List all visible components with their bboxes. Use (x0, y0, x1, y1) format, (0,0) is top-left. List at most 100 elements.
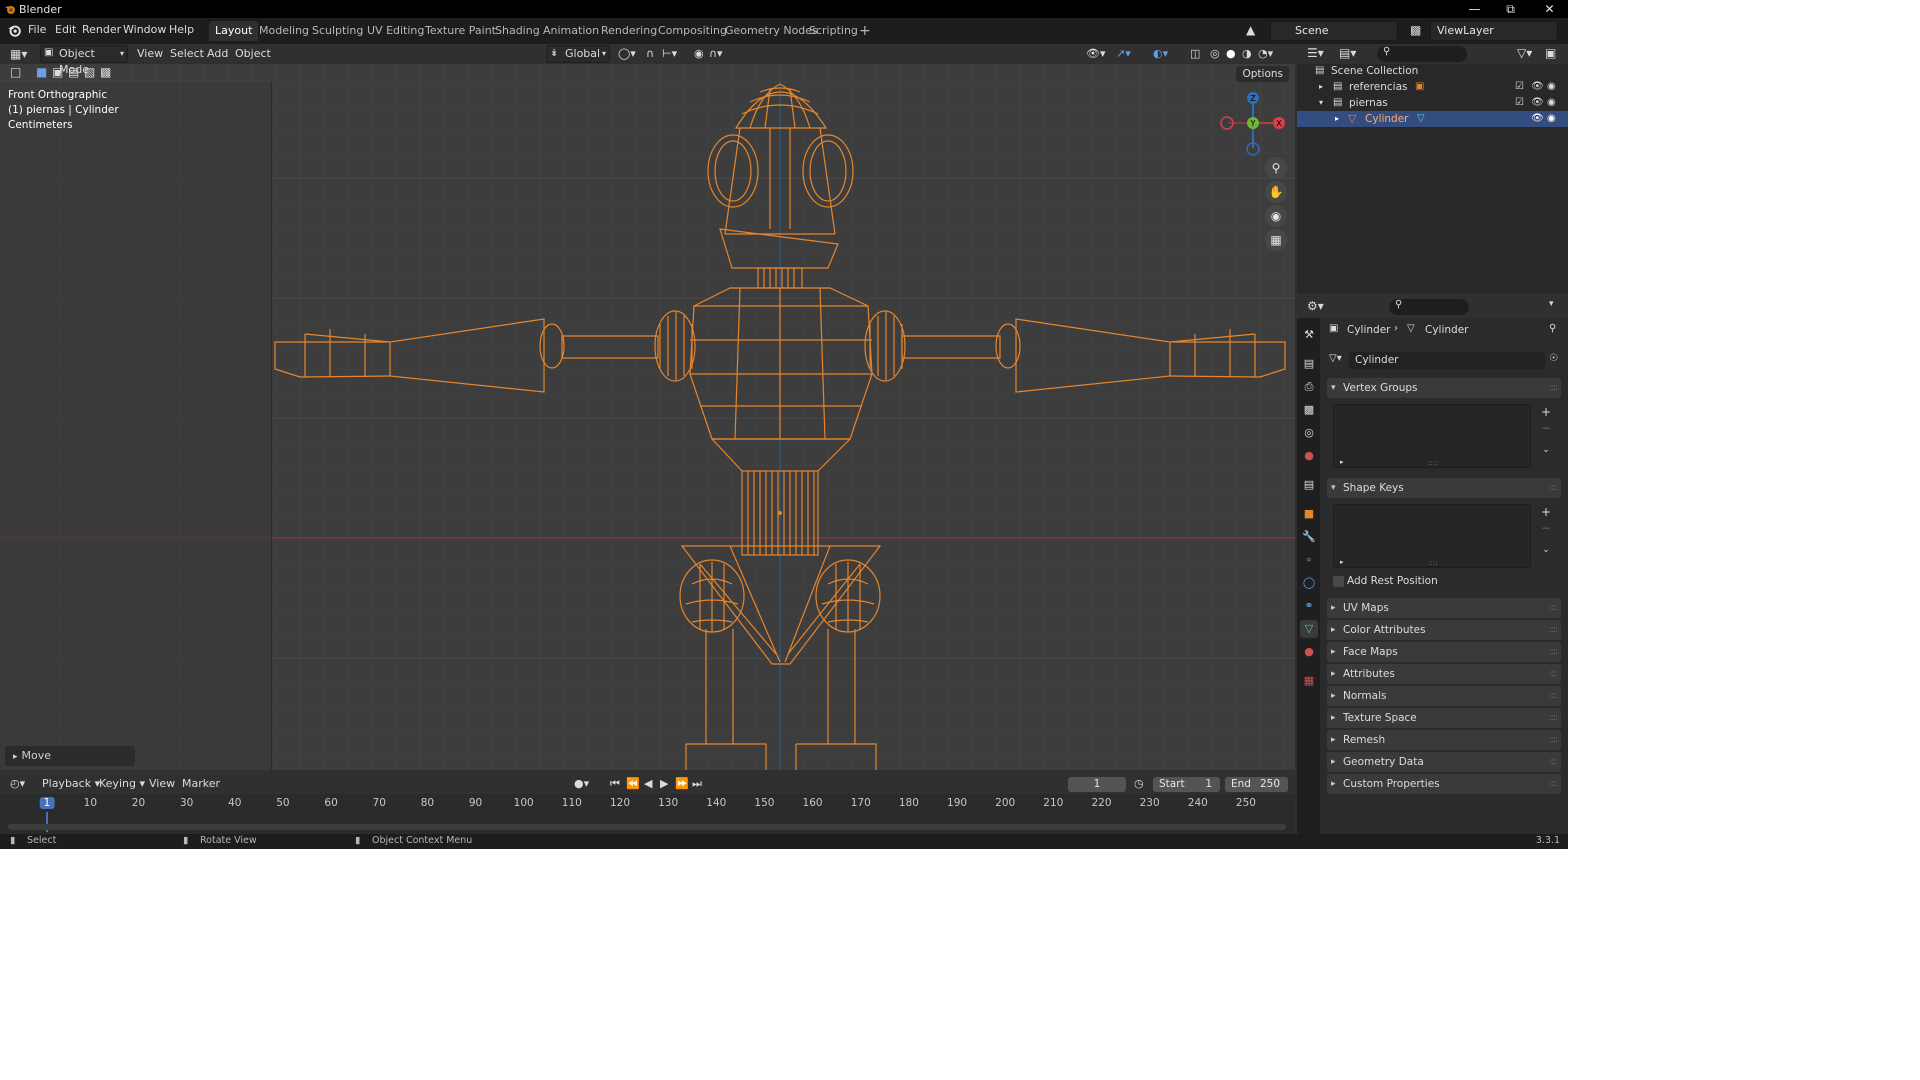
vertex-group-specials-icon[interactable]: ⌄ (1537, 442, 1555, 458)
scene-field[interactable]: Scene (1270, 21, 1398, 41)
mesh-browse-icon[interactable]: ▽▾ (1329, 353, 1342, 364)
falloff-icon[interactable]: ∩▾ (709, 45, 723, 63)
current-frame-tick[interactable]: 1 (39, 797, 55, 809)
select-tool-icon[interactable]: □ (10, 65, 21, 79)
menu-object[interactable]: Object (235, 45, 271, 63)
outliner[interactable]: ☰▾ ▤▾ ⚲ ▽▾ ▣ ▤ Scene Collection ▸ ▤ refe… (1297, 44, 1568, 294)
panel-color-attributes[interactable]: ▸ Color Attributes:::: (1327, 620, 1561, 640)
drag-grip-icon[interactable]: :::: (1549, 598, 1558, 618)
frame-tick[interactable]: 220 (1091, 797, 1111, 809)
object-tab-icon[interactable]: ■ (1300, 505, 1318, 523)
frame-tick[interactable]: 20 (132, 797, 145, 809)
frame-tick[interactable]: 150 (754, 797, 774, 809)
fake-user-shield-icon[interactable]: ☉ (1549, 353, 1558, 364)
close-icon[interactable]: ✕ (1531, 0, 1568, 18)
list-filter-arrow-icon[interactable]: ▸ (1340, 458, 1344, 466)
menu-add[interactable]: Add (207, 45, 228, 63)
select-mode-intersect-icon[interactable]: ▩ (100, 65, 111, 79)
pin-icon[interactable]: ⚲ (1549, 323, 1556, 334)
transform-orientation[interactable]: ↡ Global ▾ (546, 45, 610, 63)
play-reverse-icon[interactable]: ◀ (644, 775, 652, 793)
display-mode-icon[interactable]: ▤▾ (1339, 46, 1356, 60)
panel-geometry-data[interactable]: ▸ Geometry Data:::: (1327, 752, 1561, 772)
wireframe-shading-icon[interactable]: ◎ (1210, 45, 1220, 63)
frame-tick[interactable]: 200 (995, 797, 1015, 809)
chevron-down-icon[interactable]: ▾ (1549, 299, 1554, 309)
clock-icon[interactable]: ◷ (1134, 775, 1144, 793)
drag-grip-icon[interactable]: :::: (1549, 730, 1558, 750)
add-rest-position-checkbox[interactable] (1333, 576, 1344, 587)
ortho-grid-icon[interactable]: ▦ (1265, 229, 1287, 251)
camera-icon[interactable]: ◉ (1547, 79, 1556, 95)
frame-tick[interactable]: 90 (469, 797, 482, 809)
zoom-icon[interactable]: ⚲ (1265, 157, 1287, 179)
select-mode-subtract-icon[interactable]: ▤ (68, 65, 79, 79)
camera-icon[interactable]: ◉ (1547, 111, 1556, 127)
view-layer-icon[interactable]: ▩ (1410, 23, 1421, 37)
scene-selector-icon[interactable]: ▲ (1246, 23, 1255, 37)
timeline-scrollbar[interactable] (8, 824, 1286, 830)
mode-selector[interactable]: ▣ Object Mode ▾ (40, 45, 128, 76)
mesh-name-field[interactable]: Cylinder (1349, 352, 1545, 369)
list-resize-grip-icon[interactable]: :::: (1428, 559, 1437, 567)
drag-grip-icon[interactable]: :::: (1549, 752, 1558, 772)
menu-keying[interactable]: Keying ▾ (99, 775, 145, 793)
frame-tick[interactable]: 60 (324, 797, 337, 809)
frame-tick[interactable]: 160 (803, 797, 823, 809)
filter-icon[interactable]: ▽▾ (1517, 46, 1532, 60)
drag-grip-icon[interactable]: :::: (1549, 378, 1558, 398)
menu-help[interactable]: Help (169, 23, 194, 36)
add-vertex-group-icon[interactable]: + (1537, 404, 1555, 420)
mesh-data-tab-icon[interactable]: ▽ (1300, 620, 1318, 638)
menu-window[interactable]: Window (123, 23, 166, 36)
drag-grip-icon[interactable]: :::: (1549, 642, 1558, 662)
snap-icon[interactable]: ∩ (646, 45, 654, 63)
frame-tick[interactable]: 80 (421, 797, 434, 809)
material-tab-icon[interactable]: ● (1300, 643, 1318, 661)
properties-search-input[interactable]: ⚲ (1389, 299, 1469, 315)
menu-file[interactable]: File (28, 23, 46, 36)
panel-vertex-groups[interactable]: ▾ Vertex Groups :::: (1327, 378, 1561, 398)
drag-grip-icon[interactable]: :::: (1549, 620, 1558, 640)
physics-tab-icon[interactable]: ◯ (1300, 574, 1318, 592)
scene-tab-icon[interactable]: ◎ (1300, 424, 1318, 442)
panel-uv-maps[interactable]: ▸ UV Maps:::: (1327, 598, 1561, 618)
panel-custom-properties[interactable]: ▸ Custom Properties:::: (1327, 774, 1561, 794)
modifiers-tab-icon[interactable]: 🔧 (1300, 528, 1318, 546)
panel-shape-keys[interactable]: ▾ Shape Keys :::: (1327, 478, 1561, 498)
frame-tick[interactable]: 110 (562, 797, 582, 809)
view-layer-tab-icon[interactable]: ▩ (1300, 401, 1318, 419)
jump-start-icon[interactable]: ⏮ (610, 775, 620, 793)
navigation-gizmo[interactable]: Z Y X (1218, 88, 1286, 158)
drag-grip-icon[interactable]: :::: (1549, 708, 1558, 728)
collapse-arrow-icon[interactable]: ▾ (1319, 95, 1323, 111)
outliner-row-cylinder[interactable]: ▸ ▽ Cylinder ▽ 👁 ◉ (1297, 111, 1568, 127)
select-mode-extend-icon[interactable]: ▣ (52, 65, 63, 79)
jump-end-icon[interactable]: ⏭ (692, 775, 702, 793)
menu-render[interactable]: Render (82, 23, 121, 36)
particles-tab-icon[interactable]: ∘ (1300, 551, 1318, 569)
expand-arrow-icon[interactable]: ▸ (1335, 111, 1339, 127)
options-button[interactable]: Options (1236, 66, 1289, 82)
expand-arrow-icon[interactable]: ▸ (1319, 79, 1323, 95)
checkbox-icon[interactable]: ☑ (1515, 79, 1524, 95)
frame-tick[interactable]: 170 (851, 797, 871, 809)
frame-tick[interactable]: 120 (610, 797, 630, 809)
pan-hand-icon[interactable]: ✋ (1265, 181, 1287, 203)
remove-vertex-group-icon[interactable]: − (1537, 420, 1555, 436)
drag-grip-icon[interactable]: :::: (1549, 686, 1558, 706)
select-mode-invert-icon[interactable]: ▧ (84, 65, 95, 79)
proportional-edit-icon[interactable]: ◉ (694, 45, 704, 63)
frame-tick[interactable]: 210 (1043, 797, 1063, 809)
tool-tab-icon[interactable]: ⚒ (1300, 326, 1318, 344)
menu-view[interactable]: View (137, 45, 163, 63)
new-collection-icon[interactable]: ▣ (1545, 46, 1556, 60)
panel-attributes[interactable]: ▸ Attributes:::: (1327, 664, 1561, 684)
panel-texture-space[interactable]: ▸ Texture Space:::: (1327, 708, 1561, 728)
frame-tick[interactable]: 190 (947, 797, 967, 809)
remove-shape-key-icon[interactable]: − (1537, 520, 1555, 536)
checkbox-icon[interactable]: ☑ (1515, 95, 1524, 111)
menu-marker[interactable]: Marker (182, 775, 220, 793)
last-operator-panel[interactable]: ▸ Move (5, 746, 135, 766)
frame-tick[interactable]: 130 (658, 797, 678, 809)
